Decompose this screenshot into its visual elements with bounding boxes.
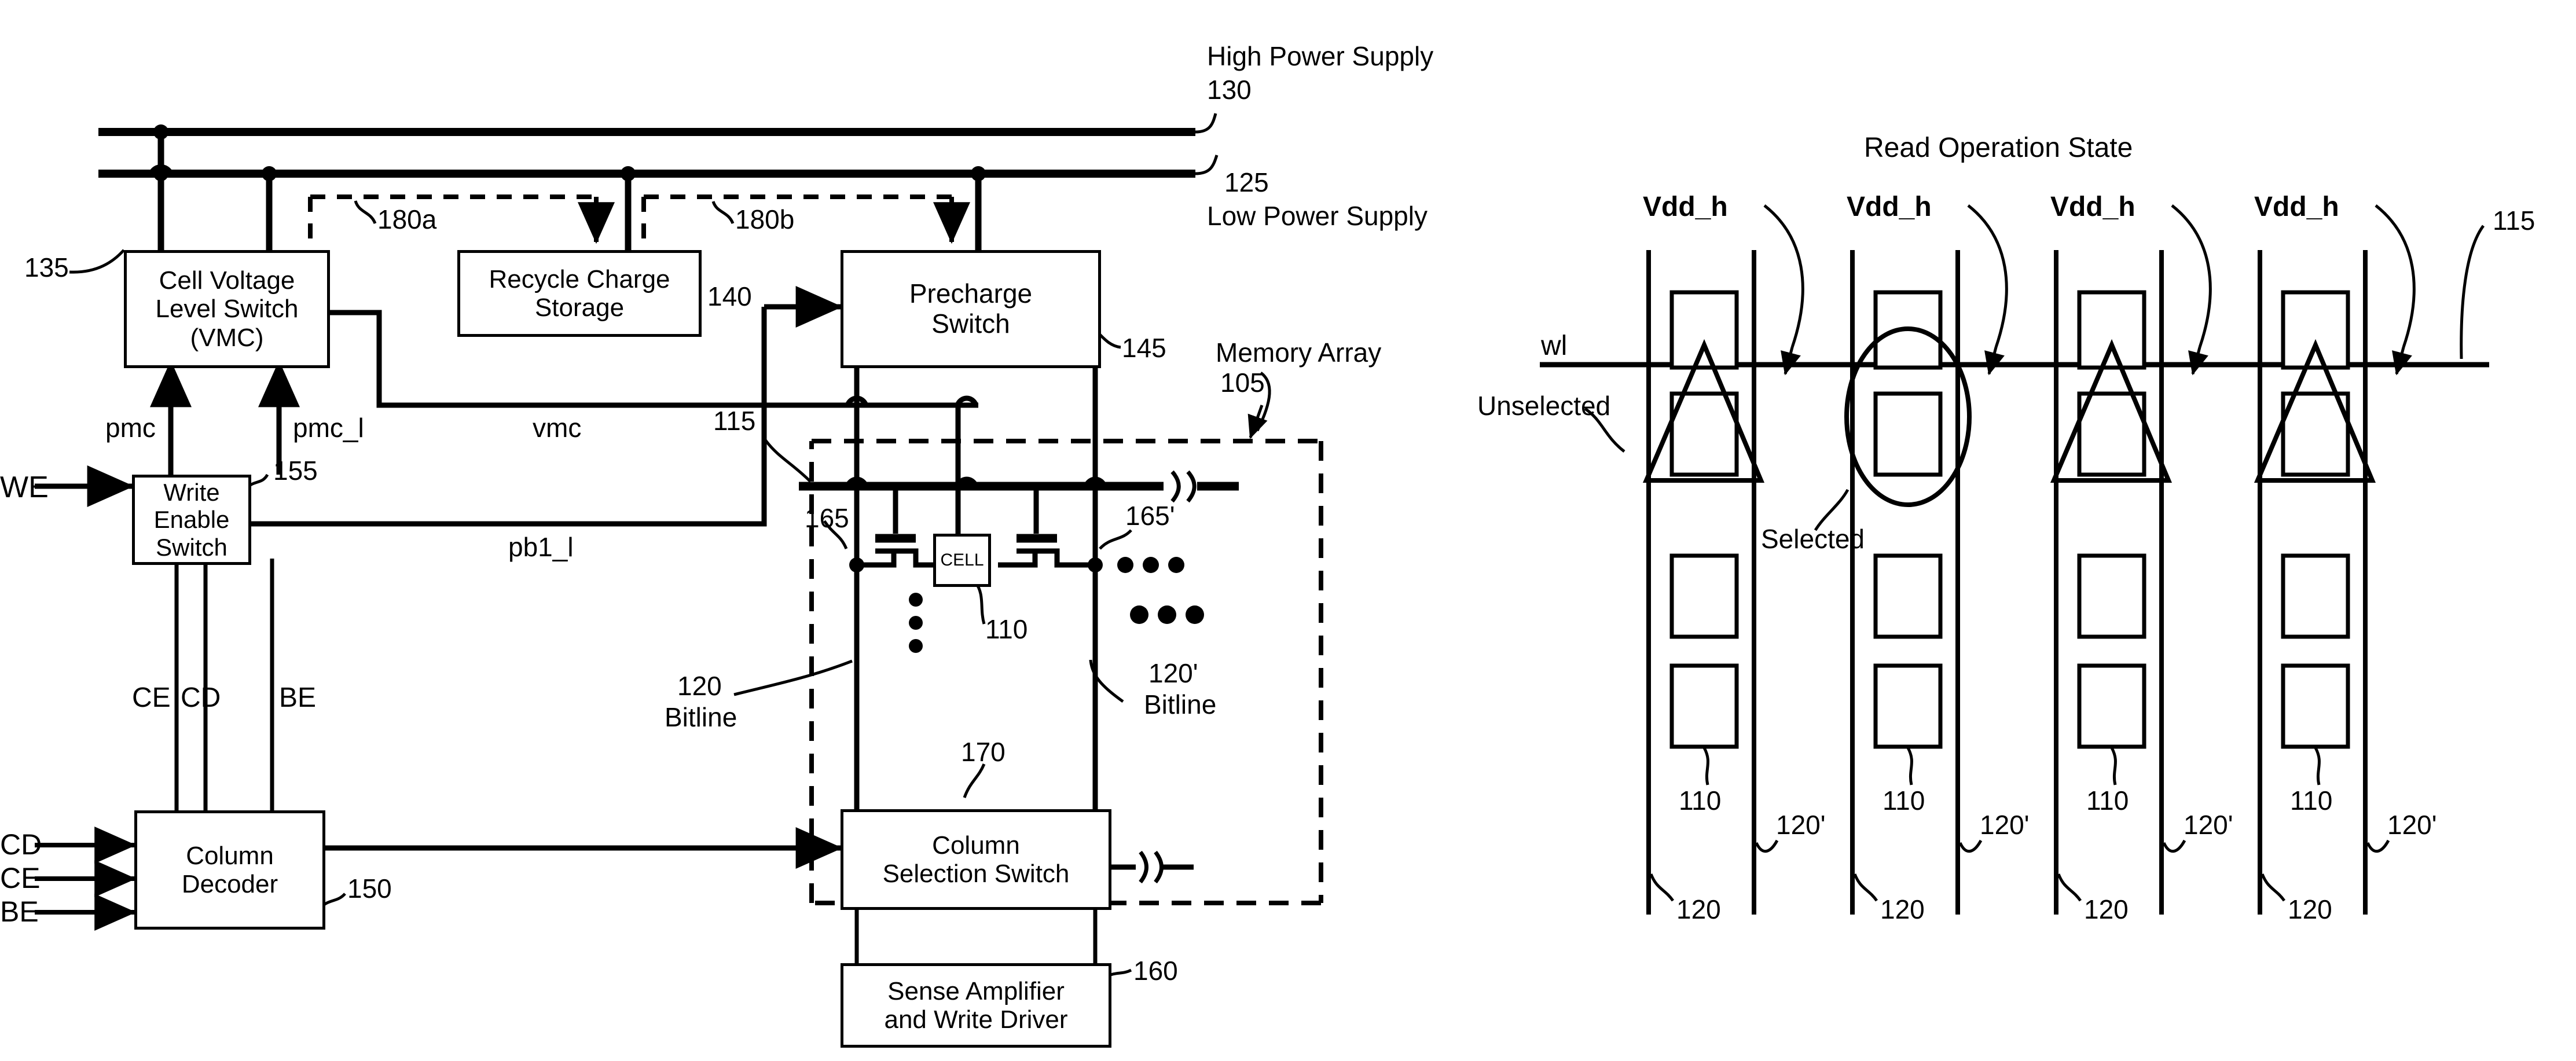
label-wordline-wl: wl [1541, 331, 1568, 361]
label-signal-pmc-l: pmc_l [293, 413, 364, 443]
block-label-vmc: Cell Voltage Level Switch (VMC) [155, 266, 299, 352]
label-ref-115-left: 115 [713, 406, 756, 436]
label-ref-105: 105 [1220, 368, 1265, 398]
label-bus-cd: CD [181, 682, 221, 713]
label-ref-110-col4: 110 [2290, 785, 2333, 816]
label-vdd-h-col4: Vdd_h [2254, 192, 2339, 222]
block-precharge-switch[interactable]: Precharge Switch [841, 250, 1101, 368]
label-ref-170: 170 [961, 737, 1006, 767]
leader-170 [963, 763, 986, 798]
label-high-power-supply: High Power Supply [1207, 41, 1434, 71]
leader-165prime [1099, 529, 1132, 550]
label-bitline-120: Bitline [665, 702, 737, 732]
label-signal-pmc: pmc [105, 413, 156, 443]
block-label-column-selection-switch: Column Selection Switch [882, 831, 1070, 888]
block-label-write-enable-switch: Write Enable Switch [153, 479, 230, 561]
label-ref-160: 160 [1133, 956, 1178, 986]
label-unselected: Unselected [1477, 391, 1611, 421]
label-ref-135: 135 [24, 252, 69, 282]
label-ref-120-col3: 120 [2084, 894, 2129, 924]
label-input-cd: CD [0, 828, 42, 861]
label-ref-150: 150 [347, 873, 392, 904]
label-ref-110-col1: 110 [1679, 785, 1722, 816]
block-recycle-charge-storage[interactable]: Recycle Charge Storage [457, 250, 702, 337]
label-ref-120: 120 [677, 671, 722, 701]
label-vdd-h-col1: Vdd_h [1643, 192, 1728, 222]
block-label-recycle-charge-storage: Recycle Charge Storage [489, 265, 670, 322]
label-ref-120prime-col3: 120' [2184, 810, 2233, 840]
block-column-selection-switch[interactable]: Column Selection Switch [841, 809, 1111, 910]
leader-115 [764, 439, 812, 483]
block-memory-cell[interactable]: CELL [933, 534, 991, 587]
label-ref-110-left: 110 [985, 614, 1028, 644]
label-dashed-180a: 180a [377, 204, 437, 234]
label-ref-165-prime: 165' [1125, 501, 1175, 531]
block-sense-amplifier-write-driver[interactable]: Sense Amplifier and Write Driver [841, 963, 1111, 1048]
block-label-precharge-switch: Precharge Switch [909, 278, 1033, 339]
label-vdd-h-col3: Vdd_h [2050, 192, 2135, 222]
label-ref-120prime-col4: 120' [2387, 810, 2437, 840]
label-ref-120prime-col1: 120' [1776, 810, 1826, 840]
block-label-column-decoder: Column Decoder [181, 841, 278, 898]
label-dashed-180b: 180b [735, 204, 795, 234]
label-bus-be: BE [279, 682, 317, 713]
block-column-decoder[interactable]: Column Decoder [134, 810, 325, 930]
label-signal-pb1-l: pb1_l [508, 532, 574, 562]
leader-135 [69, 249, 125, 274]
label-ref-115-right: 115 [2493, 205, 2535, 236]
label-ref-120-col1: 120 [1676, 894, 1721, 924]
label-ref-120prime-col2: 120' [1980, 810, 2030, 840]
label-input-ce: CE [0, 862, 41, 894]
label-ref-155: 155 [273, 456, 318, 486]
transistor-165prime-channel [998, 548, 1038, 568]
label-ref-120-col2: 120 [1880, 894, 1925, 924]
label-bus-ce: CE [132, 682, 171, 713]
leader-120-bitline [733, 659, 853, 696]
label-ref-120-prime: 120' [1148, 658, 1198, 688]
label-memory-array: Memory Array [1216, 337, 1382, 368]
label-low-power-supply: Low Power Supply [1207, 201, 1428, 231]
block-cell-voltage-level-switch[interactable]: Cell Voltage Level Switch (VMC) [124, 250, 330, 368]
block-label-cell: CELL [940, 550, 984, 570]
label-ref-165: 165 [805, 503, 849, 533]
label-ref-145: 145 [1122, 333, 1166, 363]
label-ref-130: 130 [1207, 75, 1252, 105]
right-diagram-title: Read Operation State [1864, 133, 2133, 163]
label-ref-140: 140 [707, 281, 752, 311]
label-ref-110-col3: 110 [2086, 785, 2129, 816]
label-ref-110-col2: 110 [1883, 785, 1925, 816]
patent-figure-canvas: Cell Voltage Level Switch (VMC) Recycle … [0, 0, 2576, 1061]
label-input-be: BE [0, 895, 39, 928]
label-ref-125: 125 [1224, 167, 1269, 197]
label-selected: Selected [1761, 524, 1865, 554]
right-115-leader [2460, 225, 2485, 359]
label-ref-120-col4: 120 [2288, 894, 2332, 924]
label-signal-we: WE [0, 471, 49, 504]
block-label-sense-amplifier: Sense Amplifier and Write Driver [884, 976, 1068, 1034]
block-write-enable-switch[interactable]: Write Enable Switch [132, 475, 251, 565]
leader-110 [973, 580, 986, 625]
label-bitline-120-prime: Bitline [1144, 689, 1217, 719]
label-signal-vmc: vmc [533, 413, 582, 443]
label-vdd-h-col2: Vdd_h [1847, 192, 1932, 222]
